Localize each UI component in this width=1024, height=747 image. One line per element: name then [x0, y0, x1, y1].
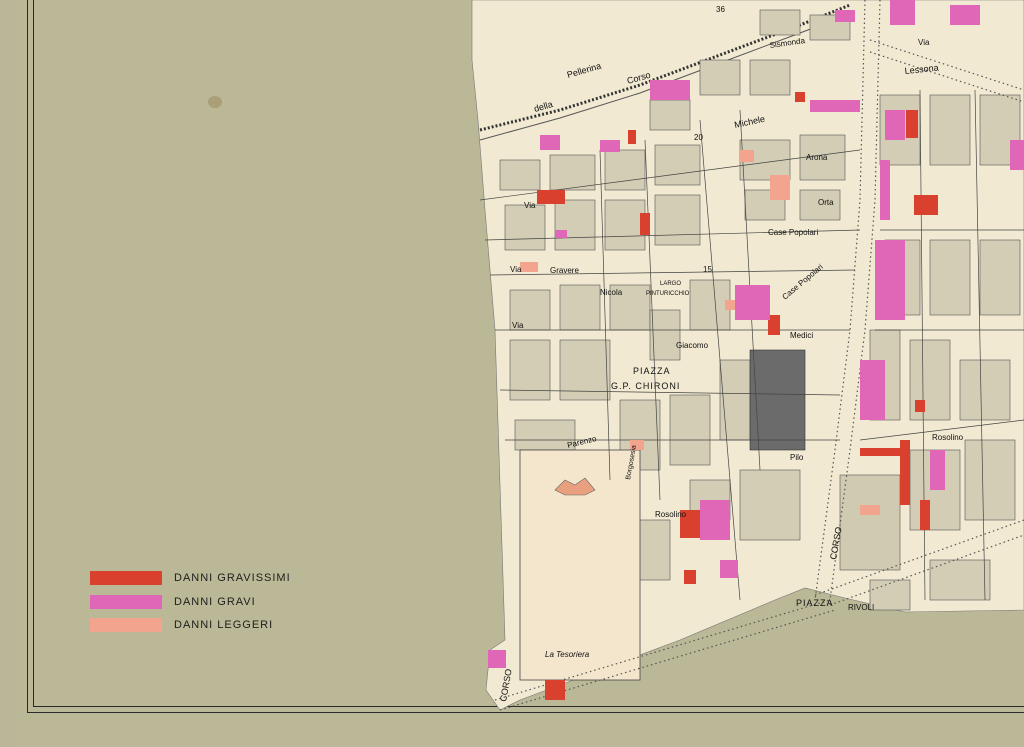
- label-piazza-chironi: PIAZZA: [633, 366, 671, 376]
- legend-item-gravi: DANNI GRAVI: [90, 595, 255, 609]
- legend-item-gravissimi: DANNI GRAVISSIMI: [90, 571, 290, 585]
- label-via-3: Via: [524, 201, 536, 210]
- legend-label-leggeri: DANNI LEGGERI: [174, 619, 274, 631]
- label-num-36: 36: [716, 5, 725, 14]
- label-case-popolari-1: Case Popolari: [768, 228, 818, 237]
- label-chironi: G.P. CHIRONI: [611, 381, 680, 391]
- map-sheet: Corso Pellerina della Michele Sismonda L…: [0, 0, 1024, 747]
- label-num-15: 15: [703, 265, 712, 274]
- legend-label-gravissimi: DANNI GRAVISSIMI: [174, 572, 291, 584]
- label-medici: Medici: [790, 331, 813, 340]
- label-orta: Orta: [818, 198, 834, 207]
- label-nicola: Nicola: [600, 288, 623, 297]
- label-via: Via: [918, 38, 930, 47]
- block: [839, 474, 901, 571]
- label-rosolino-right: Rosolino: [932, 433, 964, 442]
- label-giacomo: Giacomo: [676, 341, 709, 350]
- legend-swatch-gravissimi: [90, 571, 162, 585]
- label-gravere: Gravere: [550, 266, 579, 275]
- legend-label-gravi: DANNI GRAVI: [174, 596, 256, 608]
- label-rivoli: RIVOLI: [848, 603, 874, 612]
- legend-swatch-leggeri: [90, 618, 162, 632]
- city-map: Corso Pellerina della Michele Sismonda L…: [471, 0, 1024, 711]
- label-rosolino-left: Rosolino: [655, 510, 687, 519]
- label-piazza-bottom: PIAZZA: [796, 598, 834, 608]
- legend-item-leggeri: DANNI LEGGERI: [90, 618, 272, 632]
- label-pinturicchio: PINTURICCHIO: [646, 291, 690, 297]
- label-la-tesoriera: La Tesoriera: [545, 650, 590, 659]
- label-arona: Arona: [806, 153, 828, 162]
- label-via-2: Via: [512, 321, 524, 330]
- label-via-1: Via: [510, 265, 522, 274]
- label-num-20: 20: [694, 133, 703, 142]
- label-largo: LARGO: [660, 281, 681, 287]
- legend-swatch-gravi: [90, 595, 162, 609]
- label-pilo: Pilo: [790, 453, 804, 462]
